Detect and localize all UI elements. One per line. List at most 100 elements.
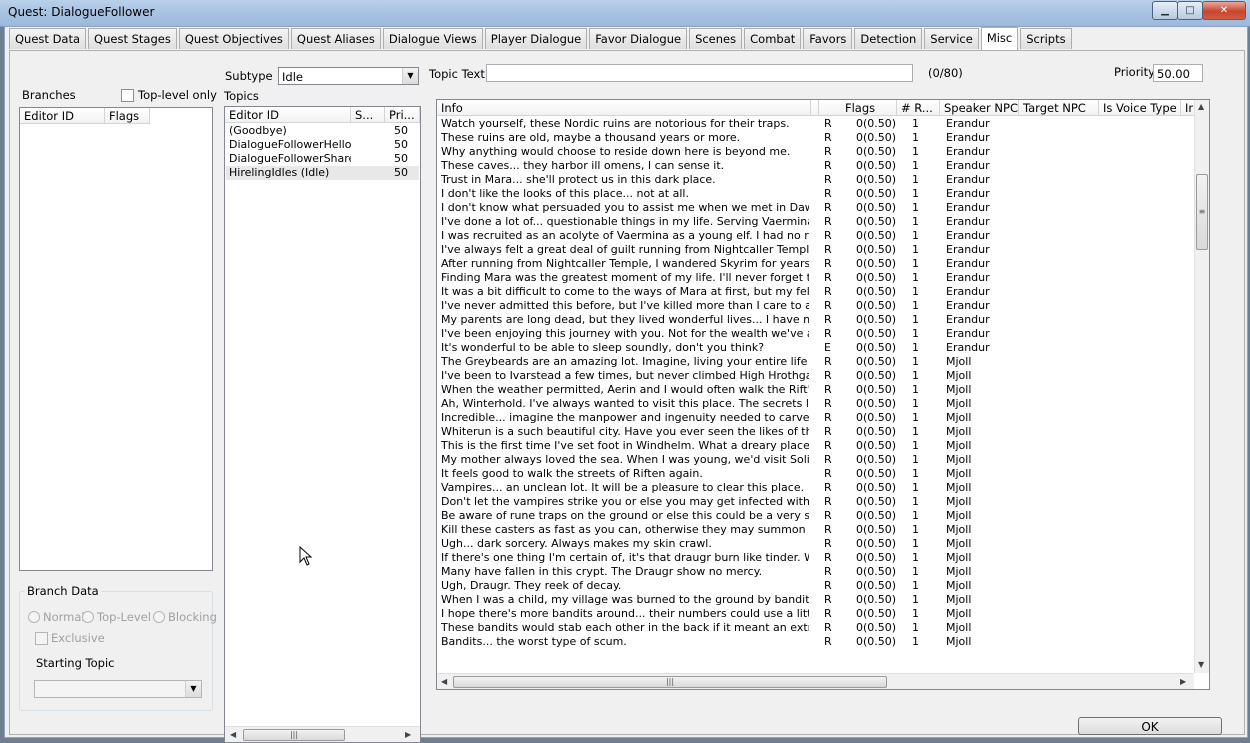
info-col-voice-type[interactable]: Is Voice Type xyxy=(1099,100,1181,116)
info-text: My parents are long dead, but they lived… xyxy=(441,313,809,326)
radio-top-level[interactable] xyxy=(82,611,94,623)
tab-favor-dialogue[interactable]: Favor Dialogue xyxy=(589,28,688,49)
info-col-ir[interactable]: Ir xyxy=(1181,100,1195,116)
topic-editor-id: DialogueFollowerHellos... xyxy=(229,138,351,151)
tab-service[interactable]: Service xyxy=(924,28,979,49)
tab-scenes[interactable]: Scenes xyxy=(689,28,743,49)
priority-input[interactable]: 50.00 xyxy=(1153,64,1203,82)
scroll-right-icon[interactable]: ▶ xyxy=(405,730,411,739)
subtype-combo[interactable]: Idle ▼ xyxy=(278,67,419,85)
info-row[interactable]: Don't let the vampires strike you or els… xyxy=(437,495,1193,509)
ok-button[interactable]: OK xyxy=(1078,717,1222,735)
info-speaker: Mjoll xyxy=(946,593,972,606)
info-row[interactable]: I've been enjoying this journey with you… xyxy=(437,327,1193,341)
info-row[interactable]: Watch yourself, these Nordic ruins are n… xyxy=(437,117,1193,131)
info-row[interactable]: It's wonderful to be able to sleep sound… xyxy=(437,341,1193,355)
info-row[interactable]: This is the first time I've set foot in … xyxy=(437,439,1193,453)
info-row[interactable]: My mother always loved the sea. When I w… xyxy=(437,453,1193,467)
topics-hscroll-thumb[interactable]: ||| xyxy=(243,729,345,741)
scroll-down-icon[interactable]: ▼ xyxy=(1198,660,1204,669)
branches-col-editor-id[interactable]: Editor ID xyxy=(20,108,105,124)
topics-col-s[interactable]: S... xyxy=(351,107,385,123)
tab-quest-data[interactable]: Quest Data xyxy=(9,28,87,49)
starting-topic-combo[interactable]: ▼ xyxy=(34,680,202,698)
branches-list[interactable]: Editor ID Flags xyxy=(19,107,213,571)
tab-combat[interactable]: Combat xyxy=(744,28,802,49)
topic-row[interactable]: DialogueFollowerShare... 50 xyxy=(226,152,419,166)
info-row[interactable]: It feels good to walk the streets of Rif… xyxy=(437,467,1193,481)
info-row[interactable]: Ah, Winterhold. I've always wanted to vi… xyxy=(437,397,1193,411)
info-col-speaker[interactable]: Speaker NPC xyxy=(940,100,1019,116)
branches-col-flags[interactable]: Flags xyxy=(105,108,150,124)
topic-row[interactable]: (Goodbye) 50 xyxy=(226,124,419,138)
info-hscroll-thumb[interactable]: ||| xyxy=(453,676,887,688)
info-col-flags[interactable]: Flags xyxy=(819,100,897,116)
info-row[interactable]: Incredible... imagine the manpower and i… xyxy=(437,411,1193,425)
tab-quest-objectives[interactable]: Quest Objectives xyxy=(178,28,289,49)
info-col-info[interactable]: Info xyxy=(437,100,811,116)
info-row[interactable]: I was recruited as an acolyte of Vaermin… xyxy=(437,229,1193,243)
tab-player-dialogue[interactable]: Player Dialogue xyxy=(484,28,588,49)
info-row[interactable]: I've always felt a great deal of guilt r… xyxy=(437,243,1193,257)
topics-list[interactable]: Editor ID S... Pri... (Goodbye) 50 Dialogu… xyxy=(224,106,421,743)
maximize-icon[interactable]: □ xyxy=(1177,1,1203,20)
info-hscrollbar[interactable]: ◀ ||| ▶ xyxy=(437,673,1194,689)
radio-blocking[interactable] xyxy=(153,611,165,623)
topics-col-priority[interactable]: Pri... xyxy=(385,107,420,123)
topics-col-editor-id[interactable]: Editor ID xyxy=(225,107,351,123)
info-row[interactable]: Trust in Mara... she'll protect us in th… xyxy=(437,173,1193,187)
minimize-icon[interactable]: ▁ xyxy=(1152,1,1178,20)
info-row[interactable]: Whiterun is a such beautiful city. Have … xyxy=(437,425,1193,439)
info-row[interactable]: When the weather permitted, Aerin and I … xyxy=(437,383,1193,397)
info-row[interactable]: Why anything would choose to reside down… xyxy=(437,145,1193,159)
info-row[interactable]: Bandits... the worst type of scum. R 0(0.5… xyxy=(437,635,1193,649)
topic-row[interactable]: DialogueFollowerHellos... 50 xyxy=(226,138,419,152)
info-row[interactable]: These ruins are old, maybe a thousand ye… xyxy=(437,131,1193,145)
info-row[interactable]: After running from Nightcaller Temple, I… xyxy=(437,257,1193,271)
info-col-target[interactable]: Target NPC xyxy=(1019,100,1099,116)
info-row[interactable]: When I was a child, my village was burne… xyxy=(437,593,1193,607)
info-row[interactable]: Ugh, Draugr. They reek of decay. R 0(0.50)… xyxy=(437,579,1193,593)
info-row[interactable]: Be aware of rune traps on the ground or … xyxy=(437,509,1193,523)
info-row[interactable]: If there's one thing I'm certain of, it'… xyxy=(437,551,1193,565)
info-row[interactable]: The Greybeards are an amazing lot. Imagi… xyxy=(437,355,1193,369)
close-icon[interactable]: ✕ xyxy=(1202,1,1246,20)
topic-text-input[interactable] xyxy=(486,64,913,82)
info-row[interactable]: I've done a lot of... questionable thing… xyxy=(437,215,1193,229)
info-row[interactable]: My parents are long dead, but they lived… xyxy=(437,313,1193,327)
info-row[interactable]: I've never admitted this before, but I'v… xyxy=(437,299,1193,313)
info-list[interactable]: Info Flags # R... Speaker NPC Target NPC… xyxy=(436,99,1210,690)
info-row[interactable]: These bandits would stab each other in t… xyxy=(437,621,1193,635)
info-row[interactable]: It was a bit difficult to come to the wa… xyxy=(437,285,1193,299)
tab-quest-stages[interactable]: Quest Stages xyxy=(88,28,177,49)
info-row[interactable]: These caves... they harbor ill omens, I … xyxy=(437,159,1193,173)
tab-favors[interactable]: Favors xyxy=(803,28,853,49)
info-row[interactable]: I don't know what persuaded you to assis… xyxy=(437,201,1193,215)
scroll-right-icon[interactable]: ▶ xyxy=(1180,677,1186,686)
info-row[interactable]: Ugh... dark sorcery. Always makes my ski… xyxy=(437,537,1193,551)
info-row[interactable]: I hope there's more bandits around... th… xyxy=(437,607,1193,621)
scroll-left-icon[interactable]: ◀ xyxy=(441,677,447,686)
tab-misc[interactable]: Misc xyxy=(980,27,1019,50)
exclusive-checkbox[interactable] xyxy=(35,632,48,645)
info-col-responses[interactable]: # R... xyxy=(897,100,940,116)
info-row[interactable]: Kill these casters as fast as you can, o… xyxy=(437,523,1193,537)
topic-row[interactable]: HirelingIdles (Idle) 50 xyxy=(226,166,419,180)
info-row[interactable]: I don't like the looks of this place... … xyxy=(437,187,1193,201)
tab-dialogue-views[interactable]: Dialogue Views xyxy=(382,28,483,49)
tab-quest-aliases[interactable]: Quest Aliases xyxy=(290,28,381,49)
info-row[interactable]: Vampires... an unclean lot. It will be a… xyxy=(437,481,1193,495)
scroll-left-icon[interactable]: ◀ xyxy=(230,730,236,739)
info-vscroll-thumb[interactable]: ≡ xyxy=(1196,174,1208,250)
info-row[interactable]: Finding Mara was the greatest moment of … xyxy=(437,271,1193,285)
scroll-up-icon[interactable]: ▲ xyxy=(1198,102,1204,111)
toplevel-only-checkbox[interactable] xyxy=(121,89,134,102)
info-row[interactable]: I've been to Ivarstead a few times, but … xyxy=(437,369,1193,383)
radio-normal[interactable] xyxy=(28,611,40,623)
tab-detection[interactable]: Detection xyxy=(854,28,923,49)
info-row[interactable]: Many have fallen in this crypt. The Drau… xyxy=(437,565,1193,579)
tab-scripts[interactable]: Scripts xyxy=(1020,28,1072,49)
info-condition: 0(0.50) xyxy=(856,117,896,130)
info-col-spacer[interactable] xyxy=(811,100,819,116)
info-vscrollbar[interactable]: ▲ ≡ ▼ xyxy=(1194,100,1209,673)
